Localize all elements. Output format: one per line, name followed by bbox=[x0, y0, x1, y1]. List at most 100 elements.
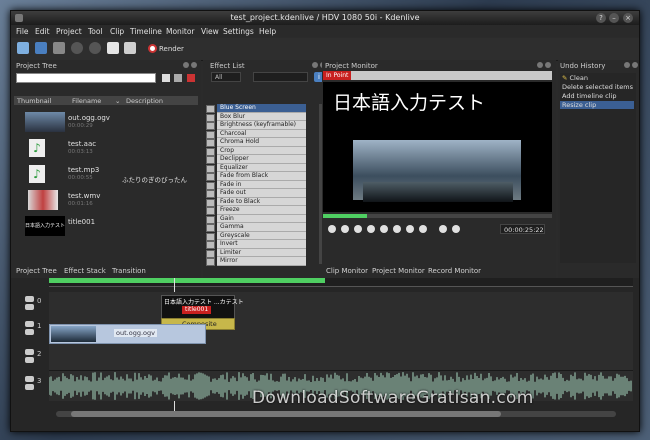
mute-icon[interactable] bbox=[25, 329, 34, 335]
clip-item[interactable]: test.wmv 00:01:16 bbox=[12, 189, 200, 211]
eye-icon[interactable] bbox=[25, 349, 34, 355]
effect-item[interactable]: Blue Screen bbox=[206, 104, 306, 113]
effect-item[interactable]: Greyscale bbox=[206, 231, 306, 241]
menu-project[interactable]: Project bbox=[56, 27, 82, 36]
column-description[interactable]: Description bbox=[126, 97, 163, 105]
rewind-icon[interactable] bbox=[328, 225, 336, 233]
video-clip[interactable]: out.ogg.ogv bbox=[49, 324, 206, 344]
effect-item[interactable]: Limiter bbox=[206, 248, 306, 258]
effect-item[interactable]: Fade in bbox=[206, 180, 306, 190]
history-item[interactable]: ✎ Clean bbox=[560, 74, 634, 82]
menu-monitor[interactable]: Monitor bbox=[166, 27, 195, 36]
effect-filter-select[interactable]: All bbox=[211, 72, 241, 82]
tab-project-monitor[interactable]: Project Monitor bbox=[372, 267, 425, 275]
effect-icon bbox=[206, 258, 215, 266]
clip-item[interactable]: ♪ test.aac 00:03:13 bbox=[12, 137, 200, 159]
eye-icon[interactable] bbox=[25, 296, 34, 302]
tab-clip-monitor[interactable]: Clip Monitor bbox=[326, 267, 368, 275]
effect-item[interactable]: Crop bbox=[206, 146, 306, 156]
effect-item[interactable]: Gamma bbox=[206, 223, 306, 232]
history-item[interactable]: Add timeline clip bbox=[560, 92, 634, 100]
clip-item[interactable]: 日本語入力テスト title001 bbox=[12, 215, 200, 237]
panel-buttons[interactable] bbox=[535, 62, 551, 69]
undo-history-title: Undo History bbox=[560, 62, 606, 70]
column-thumbnail[interactable]: Thumbnail bbox=[17, 97, 51, 105]
timeline-zone[interactable] bbox=[49, 278, 325, 283]
lock-icon[interactable] bbox=[25, 304, 34, 310]
monitor-progress[interactable] bbox=[323, 214, 552, 218]
tab-record-monitor[interactable]: Record Monitor bbox=[428, 267, 481, 275]
effect-item[interactable]: Freeze bbox=[206, 206, 306, 215]
redo-icon[interactable] bbox=[89, 42, 101, 54]
render-icon[interactable] bbox=[148, 44, 157, 53]
forward-icon[interactable] bbox=[393, 225, 401, 233]
menu-tool[interactable]: Tool bbox=[88, 27, 103, 36]
column-filename[interactable]: Filename bbox=[72, 97, 101, 105]
step-forward-icon[interactable] bbox=[367, 225, 375, 233]
play-icon[interactable] bbox=[354, 225, 362, 233]
menu-settings[interactable]: Settings bbox=[223, 27, 254, 36]
new-project-icon[interactable] bbox=[17, 42, 29, 54]
eye-icon[interactable] bbox=[25, 376, 34, 382]
save-project-icon[interactable] bbox=[53, 42, 65, 54]
panel-buttons[interactable] bbox=[622, 62, 638, 69]
timeline-scrollbar-thumb[interactable] bbox=[71, 411, 501, 417]
panel-buttons[interactable] bbox=[181, 62, 197, 69]
history-item[interactable]: Delete selected items bbox=[560, 83, 634, 91]
open-project-icon[interactable] bbox=[35, 42, 47, 54]
render-button[interactable]: Render bbox=[159, 45, 184, 53]
effect-item[interactable]: Mirror bbox=[206, 257, 306, 266]
effect-item[interactable]: Fade out bbox=[206, 189, 306, 198]
effect-item[interactable]: Box Blur bbox=[206, 112, 306, 122]
menu-view[interactable]: View bbox=[201, 27, 219, 36]
mark-out-icon[interactable] bbox=[419, 225, 427, 233]
edit-clip-icon[interactable] bbox=[174, 74, 182, 82]
paste-icon[interactable] bbox=[124, 42, 136, 54]
tab-transition[interactable]: Transition bbox=[112, 267, 146, 275]
help-icon[interactable]: ? bbox=[596, 13, 606, 23]
clip-item[interactable]: out.ogg.ogv 00:00:29 bbox=[12, 111, 200, 133]
effect-item[interactable]: Brightness (keyframable) bbox=[206, 121, 306, 130]
chevron-down-icon[interactable]: ⌄ bbox=[115, 97, 120, 105]
project-search-input[interactable] bbox=[16, 73, 156, 83]
zone-icon[interactable] bbox=[439, 225, 447, 233]
minimize-icon[interactable]: – bbox=[609, 13, 619, 23]
effect-item[interactable]: Declipper bbox=[206, 155, 306, 164]
close-icon[interactable]: × bbox=[623, 13, 633, 23]
timeline-scrollbar[interactable] bbox=[56, 411, 616, 417]
mute-icon[interactable] bbox=[25, 357, 34, 363]
clip-item[interactable]: ♪ test.mp3 00:00:55 ふたりのぎのびったん bbox=[12, 163, 200, 185]
monitor-bar bbox=[323, 71, 552, 80]
effect-item[interactable]: Charcoal bbox=[206, 129, 306, 139]
effect-item[interactable]: Invert bbox=[206, 240, 306, 249]
menu-file[interactable]: File bbox=[16, 27, 29, 36]
step-back-icon[interactable] bbox=[341, 225, 349, 233]
tab-project-tree[interactable]: Project Tree bbox=[16, 267, 57, 275]
zoom-icon[interactable] bbox=[452, 225, 460, 233]
copy-icon[interactable] bbox=[107, 42, 119, 54]
effect-item[interactable]: Gain bbox=[206, 214, 306, 224]
monitor-screen[interactable]: 日本語入力テスト bbox=[323, 82, 552, 212]
mark-in-icon[interactable] bbox=[406, 225, 414, 233]
effect-item[interactable]: Equalizer bbox=[206, 163, 306, 173]
effect-item[interactable]: Chroma Hold bbox=[206, 138, 306, 147]
timecode-field[interactable]: 00:00:25:22 bbox=[500, 224, 545, 234]
stop-icon[interactable] bbox=[380, 225, 388, 233]
effect-icon bbox=[206, 181, 215, 190]
effect-item[interactable]: Fade from Black bbox=[206, 172, 306, 181]
title-bar[interactable]: test_project.kdenlive / HDV 1080 50i - K… bbox=[11, 11, 639, 25]
menu-clip[interactable]: Clip bbox=[110, 27, 124, 36]
add-clip-icon[interactable] bbox=[162, 74, 170, 82]
mute-icon[interactable] bbox=[25, 384, 34, 390]
effect-search-input[interactable] bbox=[253, 72, 308, 82]
menu-timeline[interactable]: Timeline bbox=[130, 27, 162, 36]
title-clip[interactable]: 日本語入力テスト ...カテスト title001 bbox=[161, 295, 244, 319]
undo-icon[interactable] bbox=[71, 42, 83, 54]
menu-help[interactable]: Help bbox=[259, 27, 276, 36]
effect-item[interactable]: Fade to Black bbox=[206, 197, 306, 207]
history-item-selected[interactable]: Resize clip bbox=[560, 101, 634, 109]
tab-effect-stack[interactable]: Effect Stack bbox=[64, 267, 106, 275]
eye-icon[interactable] bbox=[25, 321, 34, 327]
menu-edit[interactable]: Edit bbox=[35, 27, 50, 36]
delete-clip-icon[interactable] bbox=[187, 74, 195, 82]
